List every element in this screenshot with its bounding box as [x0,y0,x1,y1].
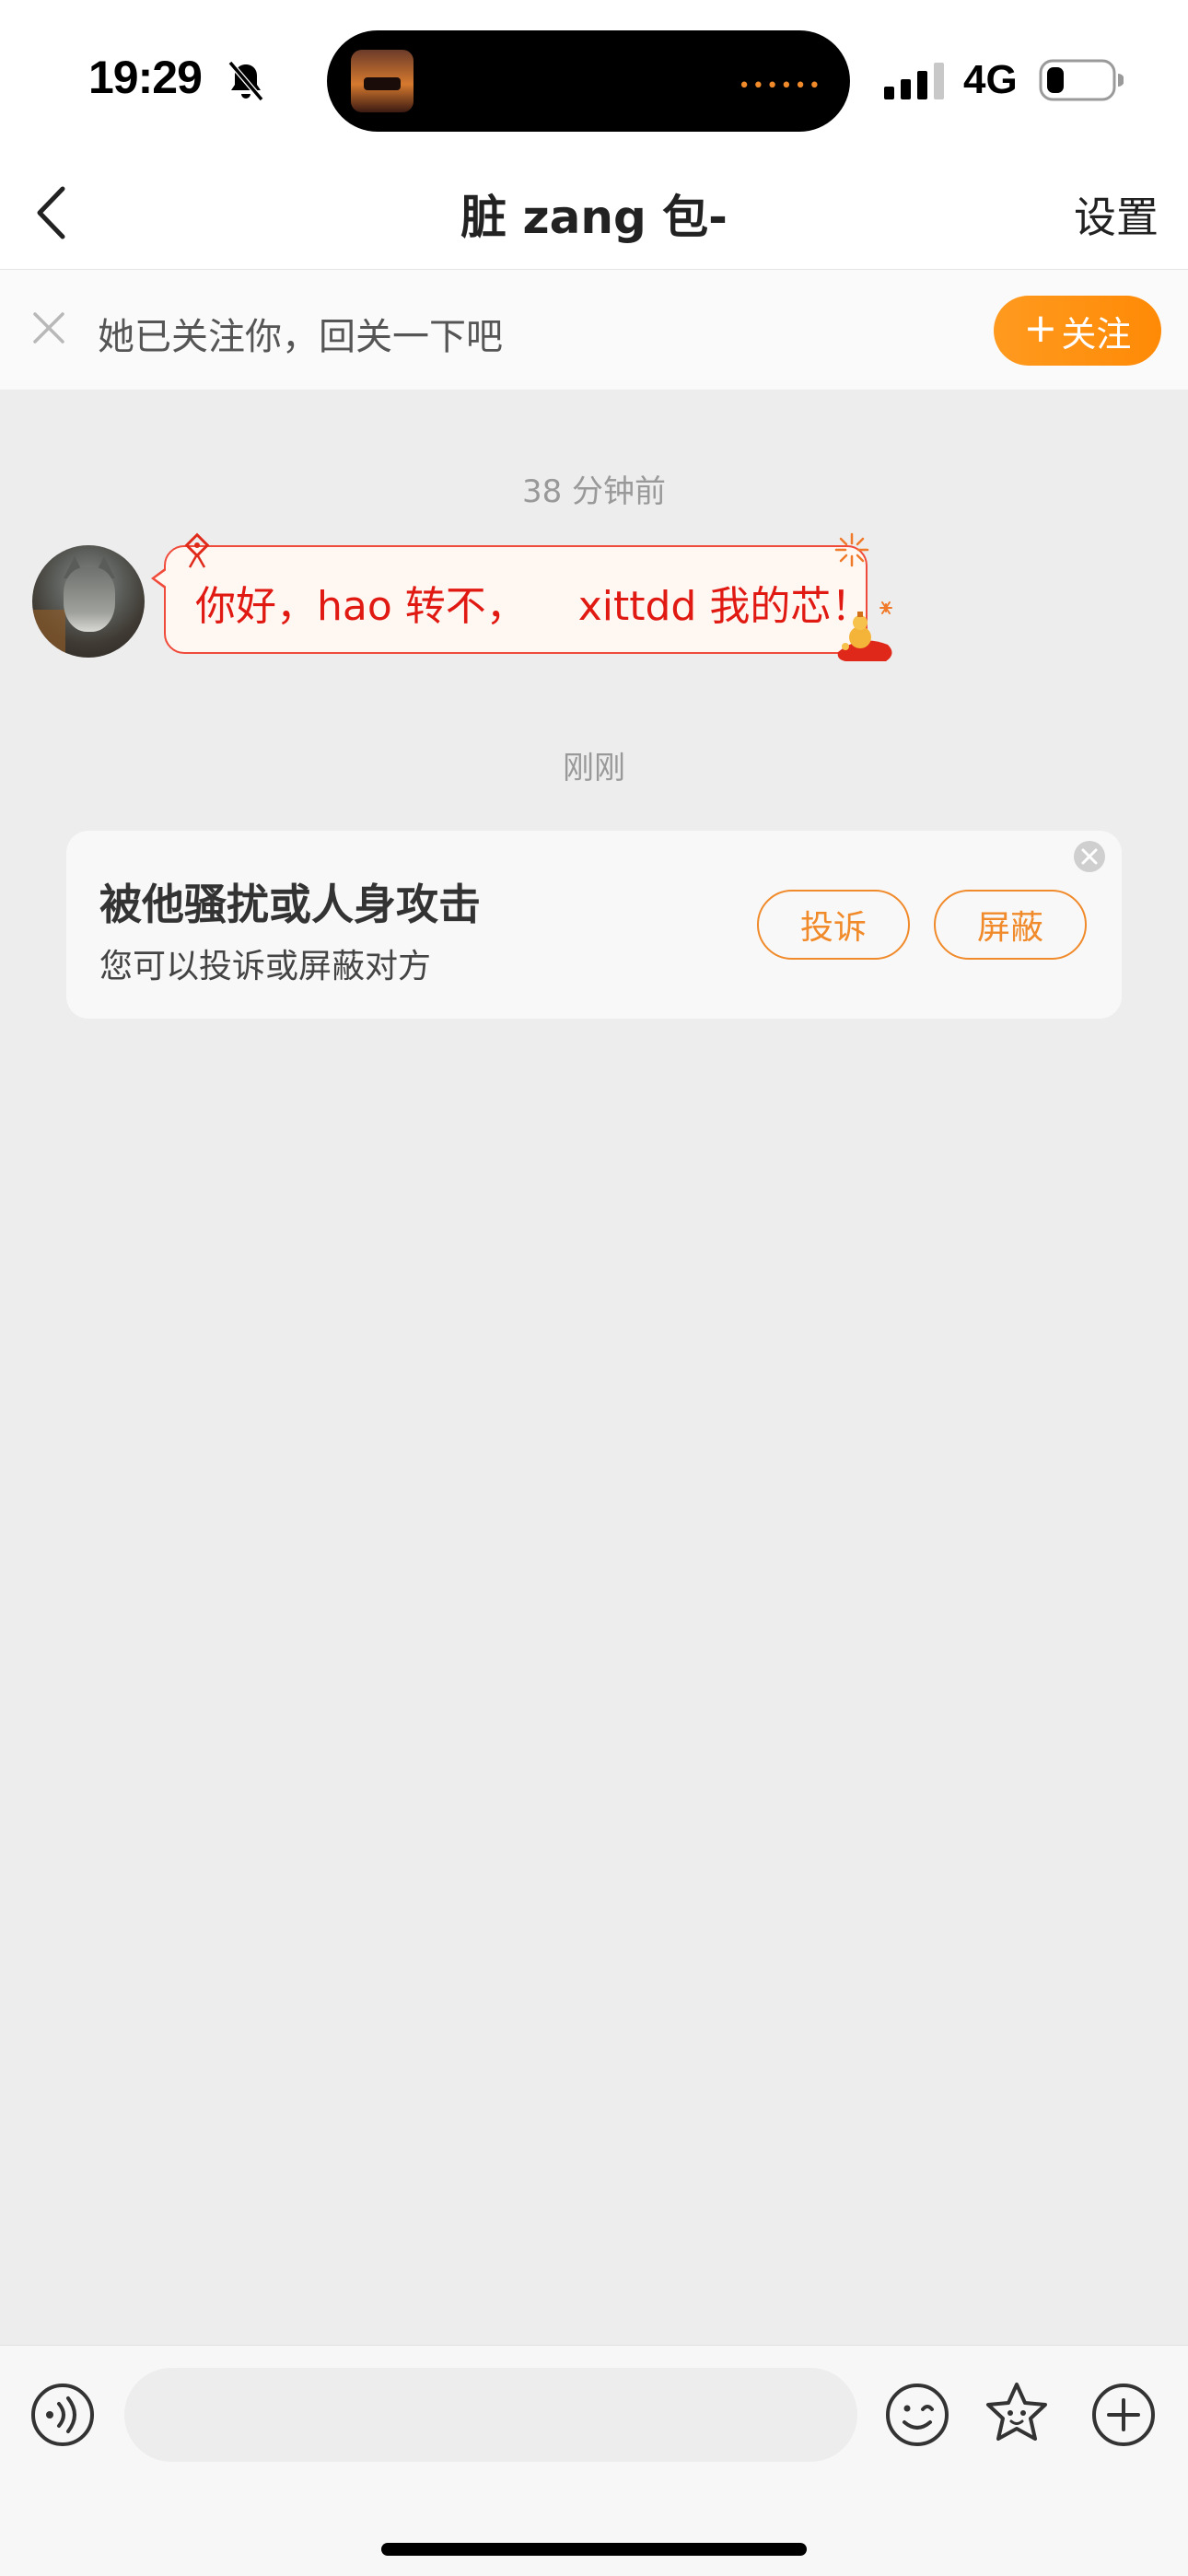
avatar[interactable] [32,545,145,658]
report-card-title: 被他骚扰或人身攻击 [99,880,481,929]
home-indicator[interactable] [381,2543,807,2556]
message-timestamp: 刚刚 [563,750,625,787]
now-playing-artwork [351,50,413,112]
chinese-knot-icon [184,532,210,568]
report-card-subtitle: 您可以投诉或屏蔽对方 [99,948,432,985]
plus-icon[interactable] [1090,2382,1157,2448]
follow-button[interactable]: + 关注 [994,296,1161,366]
message-bubble[interactable]: 你好，hao 转不， xittdd 我的芯！ [151,532,892,661]
message-timestamp: 38 分钟前 [521,473,667,510]
nav-bar: 脏 zang 包- 设置 [0,157,1188,270]
report-button[interactable]: 投诉 [757,890,910,960]
block-button[interactable]: 屏蔽 [934,890,1087,960]
message-input[interactable] [124,2368,857,2462]
chat-title: 脏 zang 包- [460,191,728,244]
follow-back-prompt: 她已关注你，回关一下吧 [98,316,503,358]
settings-button[interactable]: 设置 [1074,184,1159,245]
follow-button-label: 关注 [1061,313,1132,355]
harassment-report-card: 被他骚扰或人身攻击 您可以投诉或屏蔽对方 投诉 屏蔽 [66,831,1122,1019]
status-time: 19:29 [88,52,203,103]
dynamic-island[interactable]: •••••• [327,30,850,132]
message-input-bar [0,2345,1188,2576]
battery-icon [1039,59,1124,101]
network-type: 4G [963,57,1018,102]
status-bar: 19:29 •••••• 4G [0,0,1188,157]
cellular-signal-icon [884,63,944,99]
emoji-icon[interactable] [884,2382,950,2448]
close-icon[interactable] [1073,840,1106,873]
star-sticker-icon[interactable] [984,2380,1050,2446]
message-text: 你好，hao 转不， xittdd 我的芯！ [195,583,872,630]
plus-icon: + [1023,305,1058,352]
follow-back-banner: 她已关注你，回关一下吧 + 关注 [0,270,1188,390]
close-icon[interactable] [29,309,68,347]
firework-icon [834,532,869,567]
bell-off-icon [227,61,264,101]
voice-input-icon[interactable] [29,2382,96,2448]
audio-waveform-icon: •••••• [738,75,822,98]
